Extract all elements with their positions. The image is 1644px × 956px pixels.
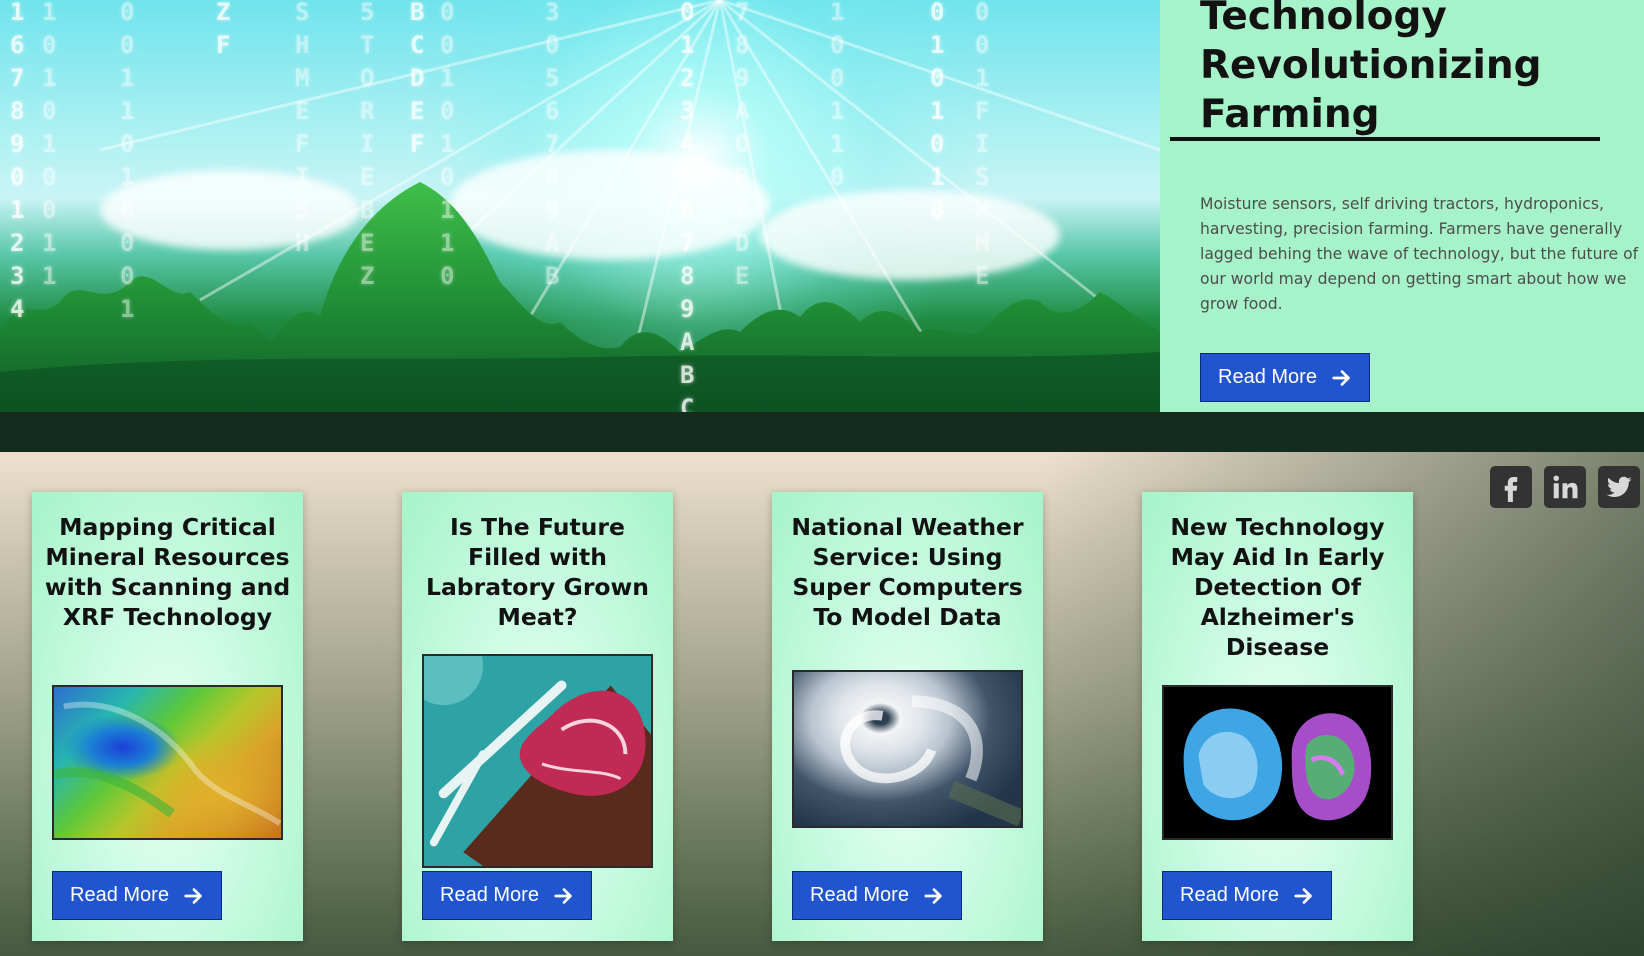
binary-code-column: 1678901234	[10, 0, 25, 323]
brain-scan-image[interactable]	[1162, 685, 1393, 840]
arrow-right-icon	[1294, 887, 1312, 904]
cloud-swirl	[840, 695, 1021, 826]
hero-description: Moisture sensors, self driving tractors,…	[1200, 195, 1639, 313]
arrow-right-icon	[1332, 369, 1350, 386]
read-more-label: Read More	[1218, 366, 1317, 388]
binary-code-column: 001FISHME	[975, 0, 990, 290]
binary-code-column: 101010011	[42, 0, 57, 290]
article-card: New Technology May Aid In Early Detectio…	[1142, 492, 1413, 941]
read-more-label: Read More	[70, 884, 169, 906]
hero-text-panel: Technology Revolutionizing Farming Moist…	[1160, 0, 1644, 412]
binary-code-column: 3056789AB	[545, 0, 560, 290]
article-card: Is The Future Filled with Labratory Grow…	[402, 492, 673, 941]
hero-title-line: Farming	[1200, 92, 1380, 137]
title-underline	[1170, 137, 1600, 141]
read-more-label: Read More	[440, 884, 539, 906]
card-title: National Weather Service: Using Super Co…	[791, 513, 1024, 631]
hero-title: Technology Revolutionizing Farming	[1200, 0, 1640, 139]
binary-code-column: SHMEFISH	[295, 0, 310, 257]
arrow-right-icon	[554, 887, 572, 904]
brain-scan-illustration	[1183, 708, 1372, 821]
binary-code-column: 789AOBCDE	[735, 0, 750, 290]
terrain-ridges	[54, 701, 281, 826]
hero-title-line: Revolutionizing	[1200, 43, 1542, 88]
card-read-more-button[interactable]: Read More	[52, 871, 222, 920]
binary-code-column: BCDEF	[410, 0, 425, 158]
hero-read-more-button[interactable]: Read More	[1200, 353, 1370, 402]
binary-code-column: 5TORIEBEZ	[360, 0, 375, 290]
card-title: New Technology May Aid In Early Detectio…	[1170, 513, 1385, 661]
binary-code-column: 001010110	[440, 0, 455, 290]
card-title: Is The Future Filled with Labratory Grow…	[425, 513, 650, 631]
facebook-icon[interactable]	[1490, 466, 1532, 508]
hero-title-line: Technology	[1200, 0, 1447, 39]
page: 1678901234 101010011 0011010001 ZF SHMEFISH 5…	[0, 0, 1644, 956]
binary-code-column: ZF	[216, 0, 231, 59]
card-read-more-button[interactable]: Read More	[792, 871, 962, 920]
divider-band	[0, 412, 1644, 452]
binary-code-column: 100110	[830, 0, 845, 191]
read-more-label: Read More	[810, 884, 909, 906]
articles-section: Mapping Critical Mineral Resources with …	[0, 452, 1644, 956]
hurricane-satellite-image[interactable]	[792, 670, 1023, 828]
binary-code-column: 0011010001	[120, 0, 135, 323]
lab-meat-image[interactable]	[422, 654, 653, 868]
card-title: Mapping Critical Mineral Resources with …	[44, 513, 291, 631]
card-read-more-button[interactable]: Read More	[1162, 871, 1332, 920]
linkedin-icon[interactable]	[1544, 466, 1586, 508]
binary-code-column: 0101010	[930, 0, 945, 224]
read-more-label: Read More	[1180, 884, 1279, 906]
arrow-right-icon	[184, 887, 202, 904]
social-links	[1490, 466, 1640, 508]
arrow-right-icon	[924, 887, 942, 904]
card-read-more-button[interactable]: Read More	[422, 871, 592, 920]
article-card: Mapping Critical Mineral Resources with …	[32, 492, 303, 941]
meat-illustration	[424, 656, 651, 866]
terrain-map-image[interactable]	[52, 685, 283, 840]
hero-image: 1678901234 101010011 0011010001 ZF SHMEFISH 5…	[0, 0, 1160, 412]
hero-section: 1678901234 101010011 0011010001 ZF SHMEFISH 5…	[0, 0, 1644, 412]
binary-code-column: 0123456789ABCDEF	[680, 0, 695, 412]
article-card: National Weather Service: Using Super Co…	[772, 492, 1043, 941]
twitter-icon[interactable]	[1598, 466, 1640, 508]
